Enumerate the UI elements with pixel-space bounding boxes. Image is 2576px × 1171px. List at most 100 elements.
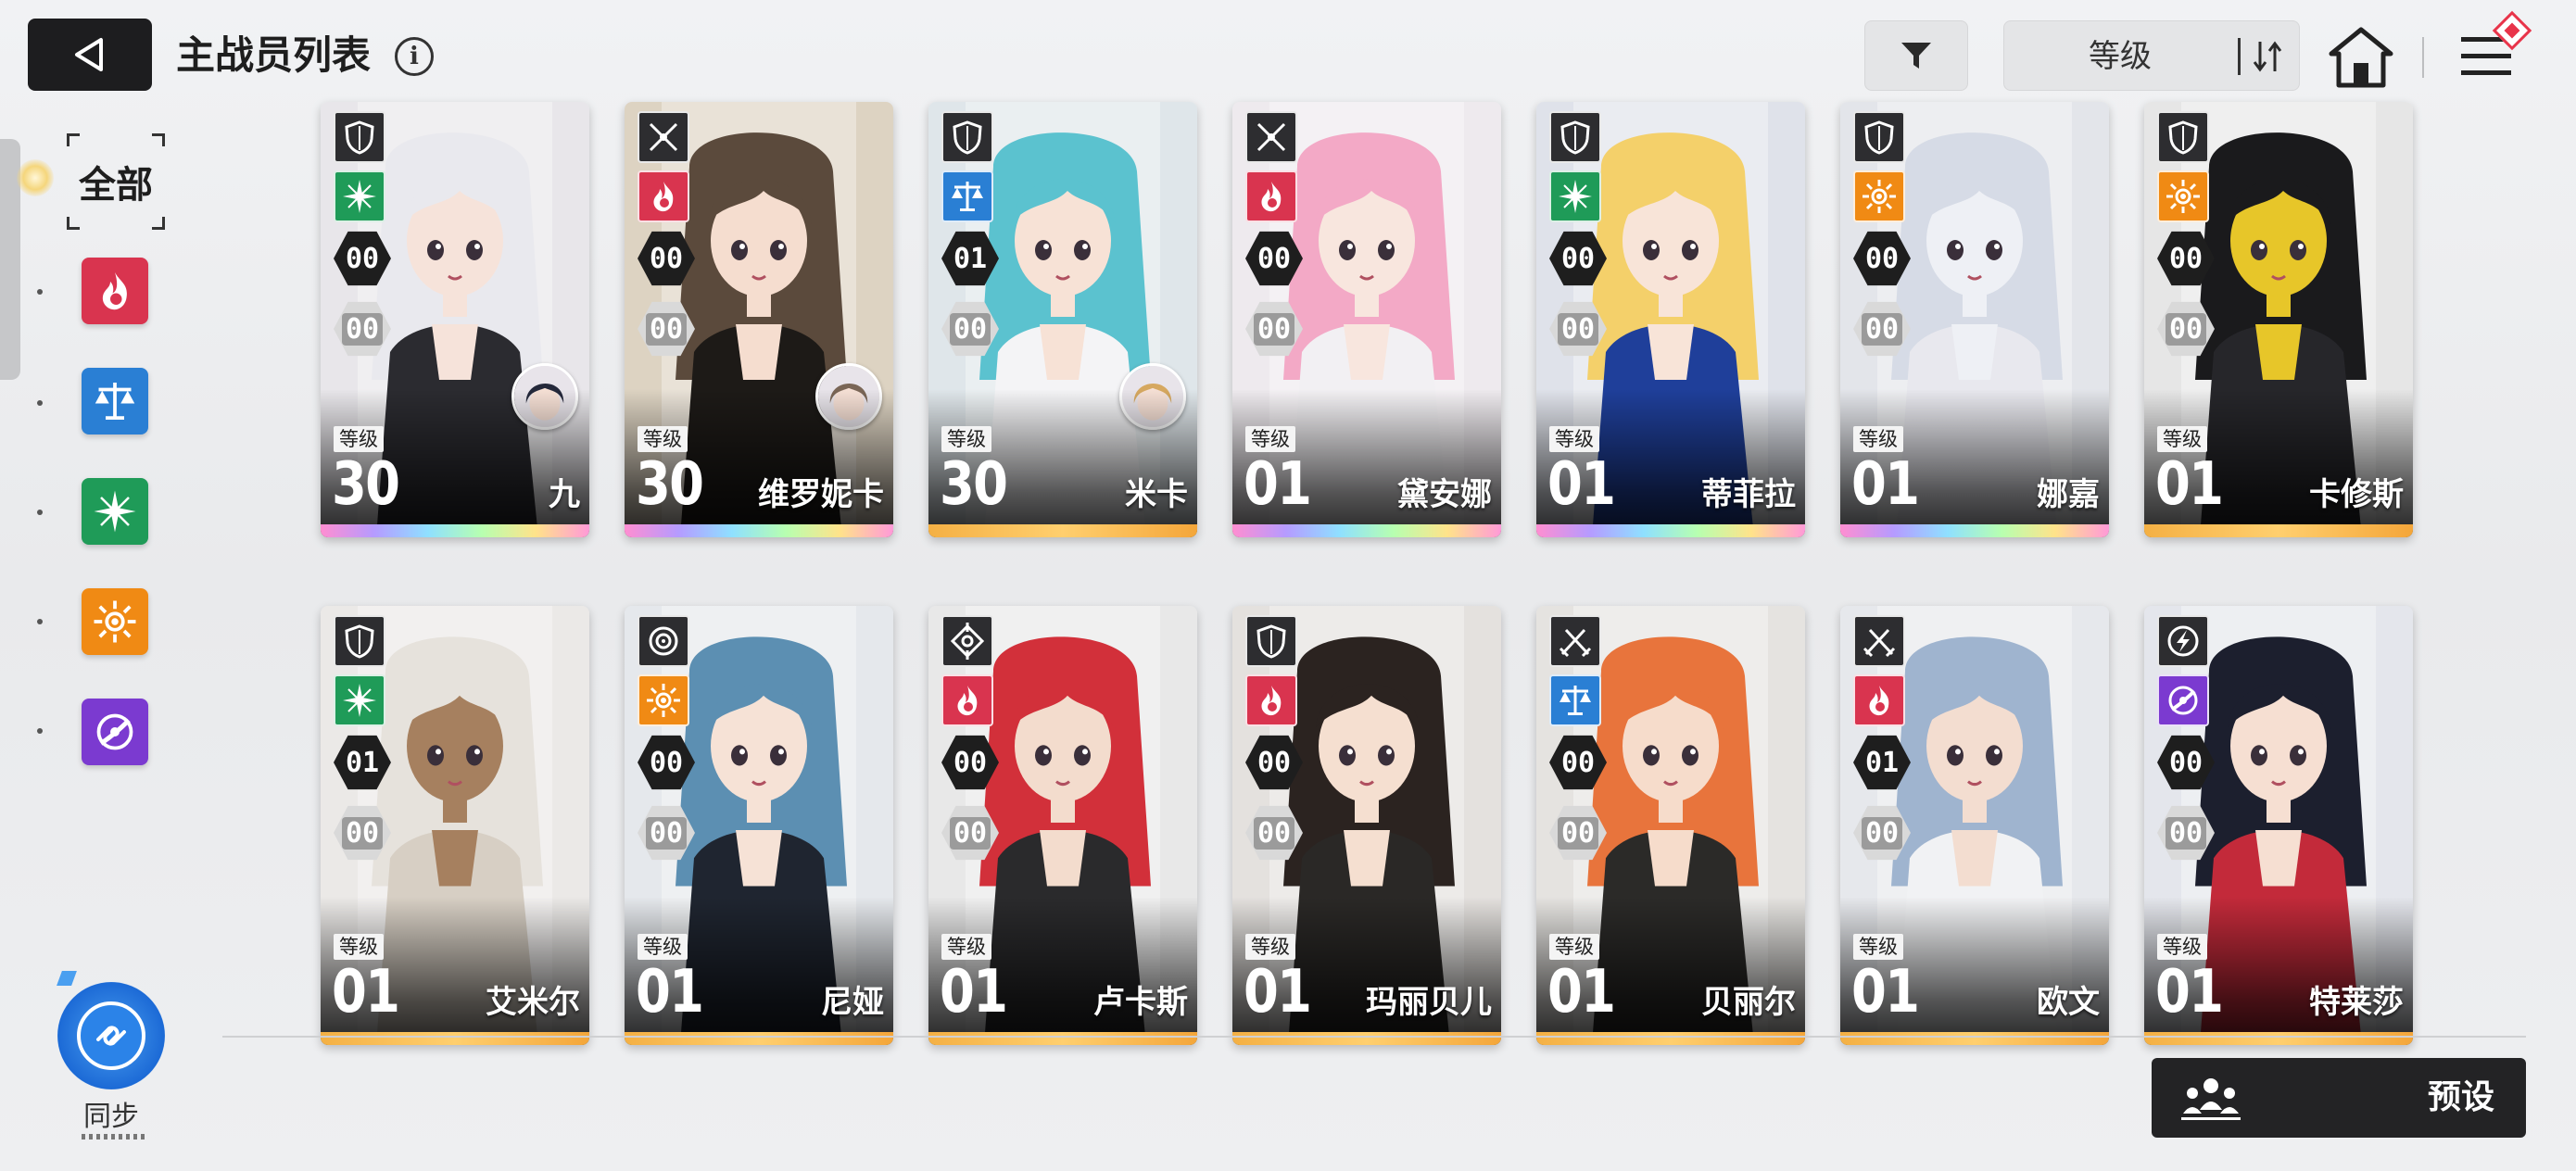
filter-all-tab[interactable]: 全部 (67, 133, 165, 230)
operator-card[interactable]: 00 00 等级 01 贝丽尔 (1536, 606, 1805, 1045)
rarity-bar (1840, 1032, 2109, 1045)
character-level: 01 (1547, 958, 1616, 1026)
rarity-bar (1840, 524, 2109, 537)
level-tag: 等级 (2157, 426, 2207, 452)
balance-element-icon (1549, 674, 1601, 726)
rarity-bar (2144, 1032, 2413, 1045)
skill-level-value: 01 (953, 242, 988, 275)
sync-button[interactable] (57, 982, 165, 1089)
character-name: 玛丽贝儿 (1366, 984, 1492, 1021)
sort-order-button[interactable] (2247, 36, 2288, 77)
lightning-icon (2157, 615, 2209, 667)
operator-card[interactable]: 00 00 等级 01 尼娅 (625, 606, 893, 1045)
filter-balance-button[interactable] (82, 368, 148, 434)
filter-wind-button[interactable] (82, 478, 148, 545)
preset-button[interactable]: 预设 (2152, 1058, 2526, 1138)
corner (67, 133, 80, 146)
sort-divider (2238, 38, 2241, 75)
character-level: 01 (2155, 450, 2224, 519)
level-tag: 等级 (638, 426, 688, 452)
operator-card[interactable]: 00 00 等级 30 维罗妮卡 (625, 102, 893, 537)
rarity-bar (2144, 524, 2413, 537)
enhance-level-value: 00 (2165, 816, 2207, 850)
operator-card[interactable]: 00 00 等级 30 九 (321, 102, 589, 537)
level-tag: 等级 (1853, 426, 1903, 452)
info-icon[interactable]: i (395, 37, 434, 76)
dual-sword-icon (1853, 615, 1905, 667)
skill-level-value: 00 (2168, 242, 2203, 275)
character-name: 黛安娜 (1397, 476, 1492, 513)
operator-card[interactable]: 00 00 等级 01 卡修斯 (2144, 102, 2413, 537)
sync-label: 同步 (83, 1101, 139, 1133)
enhance-level-value: 00 (645, 312, 688, 346)
character-level: 01 (332, 958, 400, 1026)
level-tag: 等级 (334, 934, 384, 960)
level-tag: 等级 (2157, 934, 2207, 960)
corner (152, 133, 165, 146)
crosshair-icon (941, 615, 993, 667)
wind-element-icon (334, 170, 385, 222)
balance-element-icon (941, 170, 993, 222)
shield-icon (1853, 111, 1905, 163)
character-name: 特莱莎 (2309, 984, 2404, 1021)
page-title: 主战员列表 (176, 32, 372, 78)
operator-card[interactable]: 01 00 等级 01 欧文 (1840, 606, 2109, 1045)
skill-level-value: 00 (649, 746, 684, 779)
character-level: 01 (1244, 450, 1312, 519)
target-icon (638, 615, 689, 667)
filter-fire-button[interactable] (82, 258, 148, 324)
skill-level-value: 01 (1864, 746, 1900, 779)
fire-element-icon (638, 170, 689, 222)
shield-icon (1549, 111, 1601, 163)
rarity-bar (625, 1032, 893, 1045)
home-button[interactable] (2328, 26, 2394, 89)
operator-card[interactable]: 00 00 等级 01 玛丽贝儿 (1232, 606, 1501, 1045)
rarity-bar (625, 524, 893, 537)
filter-void-button[interactable] (82, 699, 148, 765)
skill-level-value: 00 (2168, 746, 2203, 779)
enhance-level-value: 00 (341, 816, 384, 850)
level-tag: 等级 (1549, 426, 1599, 452)
character-name: 蒂菲拉 (1701, 476, 1796, 513)
operator-card[interactable]: 00 00 等级 01 蒂菲拉 (1536, 102, 1805, 537)
fire-element-icon (1245, 170, 1297, 222)
level-tag: 等级 (1245, 426, 1295, 452)
wind-element-icon (334, 674, 385, 726)
operator-card[interactable]: 00 00 等级 01 特莱莎 (2144, 606, 2413, 1045)
void-element-icon (92, 709, 138, 755)
back-button[interactable] (28, 19, 152, 91)
skill-level-value: 00 (649, 242, 684, 275)
solar-element-icon (1853, 170, 1905, 222)
character-name: 艾米尔 (486, 984, 580, 1021)
operator-card[interactable]: 00 00 等级 01 黛安娜 (1232, 102, 1501, 537)
operator-card[interactable]: 01 00 等级 30 米卡 (928, 102, 1197, 537)
filter-solar-button[interactable] (82, 588, 148, 655)
rarity-bar (1536, 1032, 1805, 1045)
character-level: 01 (1547, 450, 1616, 519)
operator-card[interactable]: 01 00 等级 01 艾米尔 (321, 606, 589, 1045)
level-tag: 等级 (1549, 934, 1599, 960)
home-icon (2329, 27, 2393, 88)
shield-icon (1245, 615, 1297, 667)
filter-button[interactable] (1864, 20, 1968, 91)
skill-level-value: 00 (1256, 746, 1292, 779)
sync-icon (77, 1001, 145, 1070)
character-level: 01 (2155, 958, 2224, 1026)
sword-icon (638, 111, 689, 163)
rarity-bar (1536, 524, 1805, 537)
shield-icon (941, 111, 993, 163)
operator-card[interactable]: 00 00 等级 01 卢卡斯 (928, 606, 1197, 1045)
character-level: 01 (1244, 958, 1312, 1026)
sidebar-dot (37, 619, 43, 624)
character-name: 维罗妮卡 (758, 476, 884, 513)
rarity-bar (321, 524, 589, 537)
level-tag: 等级 (941, 426, 991, 452)
level-tag: 等级 (941, 934, 991, 960)
sort-dropdown[interactable]: 等级 (2003, 20, 2300, 91)
operator-card[interactable]: 00 00 等级 01 娜嘉 (1840, 102, 2109, 537)
skill-level-value: 00 (345, 242, 380, 275)
corner (152, 217, 165, 230)
sword-icon (1245, 111, 1297, 163)
rarity-bar (321, 1032, 589, 1045)
solar-element-icon (92, 598, 138, 645)
